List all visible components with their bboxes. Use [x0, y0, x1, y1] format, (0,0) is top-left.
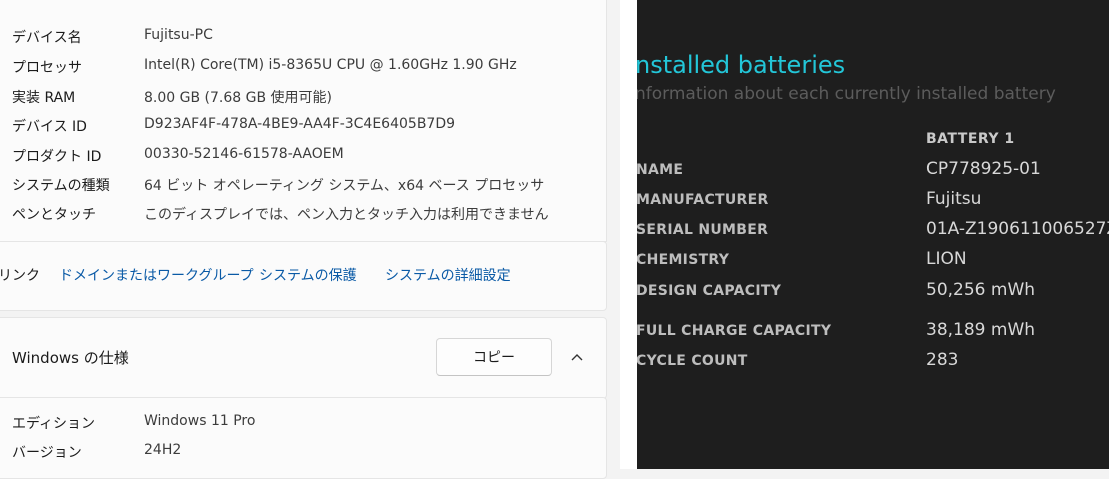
- battery-key: SERIAL NUMBER: [637, 222, 769, 238]
- spec-value: 8.00 GB (7.68 GB 使用可能): [144, 90, 332, 106]
- spec-label: プロダクト ID: [12, 149, 102, 165]
- spec-label: バージョン: [12, 445, 82, 461]
- battery-column-header: BATTERY 1: [926, 131, 1015, 147]
- battery-report-title: nstalled batteries: [637, 51, 846, 79]
- battery-key: DESIGN CAPACITY: [637, 283, 782, 299]
- battery-key: CHEMISTRY: [637, 252, 730, 268]
- settings-pane: デバイス名 Fujitsu-PC プロセッサ Intel(R) Core(TM)…: [0, 0, 620, 479]
- battery-key: CYCLE COUNT: [637, 353, 748, 369]
- link-advanced-system-settings[interactable]: システムの詳細設定: [385, 265, 511, 285]
- windows-spec-body: [0, 397, 607, 479]
- spec-label: エディション: [12, 416, 96, 432]
- battery-value: LION: [926, 249, 967, 269]
- spec-value: このディスプレイでは、ペン入力とタッチ入力は利用できません: [144, 207, 549, 223]
- link-system-protection[interactable]: システムの保護: [259, 265, 357, 285]
- battery-value: 50,256 mWh: [926, 280, 1036, 300]
- battery-key: FULL CHARGE CAPACITY: [637, 323, 832, 339]
- spec-value: 00330-52146-61578-AAOEM: [144, 146, 344, 162]
- spec-value: Fujitsu-PC: [144, 27, 213, 43]
- spec-value: D923AF4F-478A-4BE9-AA4F-3C4E6405B7D9: [144, 116, 456, 132]
- spec-value: 24H2: [144, 442, 182, 458]
- battery-value: CP778925-01: [926, 159, 1041, 179]
- battery-report-pane: nstalled batteries nformation about each…: [637, 0, 1109, 469]
- spec-label: システムの種類: [12, 178, 110, 194]
- spec-label: 実装 RAM: [12, 90, 76, 106]
- battery-value: Fujitsu: [926, 189, 982, 209]
- battery-value: 283: [926, 350, 959, 370]
- battery-key: MANUFACTURER: [637, 192, 769, 208]
- link-domain-workgroup[interactable]: ドメインまたはワークグループ: [59, 265, 254, 285]
- spec-value: Intel(R) Core(TM) i5-8365U CPU @ 1.60GHz…: [144, 57, 517, 73]
- spec-value: Windows 11 Pro: [144, 413, 256, 429]
- spec-value: 64 ビット オペレーティング システム、x64 ベース プロセッサ: [144, 178, 545, 194]
- battery-value: 38,189 mWh: [926, 320, 1036, 340]
- windows-spec-title: Windows の仕様: [12, 349, 129, 367]
- chevron-up-icon[interactable]: [567, 347, 587, 367]
- copy-button[interactable]: コピー: [436, 338, 552, 376]
- spec-label: プロセッサ: [12, 60, 82, 76]
- spec-label: ペンとタッチ: [12, 207, 96, 223]
- spec-label: デバイス ID: [12, 119, 87, 135]
- spec-label: デバイス名: [12, 30, 82, 46]
- related-links-label: リンク: [0, 268, 40, 284]
- window-divider: [620, 0, 637, 469]
- battery-report-subtitle: nformation about each currently installe…: [637, 84, 1056, 104]
- battery-value: 01A-Z190611006527Z: [926, 219, 1109, 239]
- battery-key: NAME: [637, 162, 684, 178]
